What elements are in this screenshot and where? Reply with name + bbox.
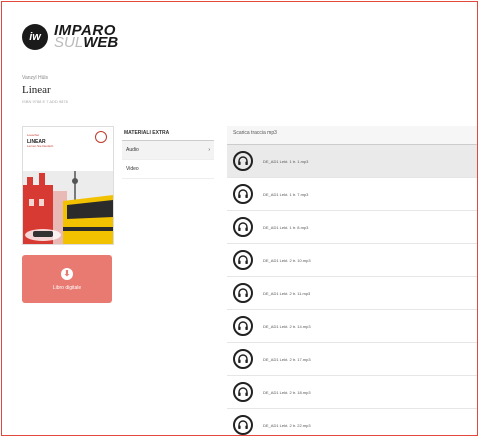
track-name[interactable]: DE_AD1 Lekt. 2 tr. 10.mp3 bbox=[263, 258, 311, 263]
cover-illustration bbox=[23, 171, 113, 244]
cover-art-svg bbox=[23, 171, 113, 244]
logo-bottom-light: SUL bbox=[54, 34, 84, 51]
track-row[interactable]: DE_AD1 Lekt. 2 tr. 17.mp3 bbox=[227, 343, 477, 376]
materials-item-label: Video bbox=[126, 166, 139, 172]
materials-title: MATERIALI EXTRA bbox=[122, 126, 214, 141]
track-name[interactable]: DE_AD1 Lekt. 2 tr. 11.mp3 bbox=[263, 291, 310, 296]
track-row[interactable]: DE_AD1 Lekt. 2 tr. 10.mp3 bbox=[227, 244, 477, 277]
headphones-icon[interactable] bbox=[233, 382, 253, 402]
headphones-icon[interactable] bbox=[233, 184, 253, 204]
track-row[interactable]: DE_AD1 Lekt. 2 tr. 14.mp3 bbox=[227, 310, 477, 343]
tracks-list: Scarica traccia mp3 DE_AD1 Lekt. 1 tr. 1… bbox=[227, 126, 477, 435]
track-row[interactable]: DE_AD1 Lekt. 2 tr. 18.mp3 bbox=[227, 376, 477, 409]
breadcrumb[interactable]: Vanzyl Hüls bbox=[22, 75, 48, 81]
materials-item-label: Audio bbox=[126, 147, 139, 153]
materials-menu: MATERIALI EXTRA Audio › Video bbox=[122, 126, 214, 179]
track-row[interactable]: DE_AD1 Lekt. 2 tr. 11.mp3 bbox=[227, 277, 477, 310]
book-meta: ISBN 9788 E 7 ADD 9876 bbox=[22, 99, 68, 104]
page-frame: iw IMPARO SULWEB Vanzyl Hüls Linear ISBN… bbox=[1, 1, 478, 436]
materials-item-video[interactable]: Video bbox=[122, 160, 214, 179]
track-name[interactable]: DE_AD1 Lekt. 1 tr. 1.mp3 bbox=[263, 159, 308, 164]
track-name[interactable]: DE_AD1 Lekt. 2 tr. 18.mp3 bbox=[263, 390, 311, 395]
headphones-icon[interactable] bbox=[233, 415, 253, 435]
site-logo[interactable]: iw IMPARO SULWEB bbox=[22, 23, 119, 51]
headphones-icon[interactable] bbox=[233, 349, 253, 369]
track-row[interactable]: DE_AD1 Lekt. 1 tr. 7.mp3 bbox=[227, 178, 477, 211]
book-cover: Loescher LINEAR Lernen Sie Deutsch bbox=[22, 126, 114, 245]
chevron-right-icon: › bbox=[208, 147, 210, 153]
logo-bottom: SULWEB bbox=[54, 34, 119, 51]
track-name[interactable]: DE_AD1 Lekt. 2 tr. 22.mp3 bbox=[263, 423, 311, 428]
track-row[interactable]: DE_AD1 Lekt. 2 tr. 22.mp3 bbox=[227, 409, 477, 435]
headphones-icon[interactable] bbox=[233, 151, 253, 171]
headphones-icon[interactable] bbox=[233, 316, 253, 336]
cover-subtitle: Lernen Sie Deutsch bbox=[27, 144, 54, 148]
headphones-icon[interactable] bbox=[233, 217, 253, 237]
digital-book-label: Libro digitale bbox=[52, 284, 82, 291]
track-row[interactable]: DE_AD1 Lekt. 1 tr. 1.mp3 bbox=[227, 145, 477, 178]
book-title: Linear bbox=[22, 84, 51, 96]
tracks-header: Scarica traccia mp3 bbox=[227, 126, 477, 145]
download-icon: ⬇ bbox=[61, 267, 73, 280]
track-name[interactable]: DE_AD1 Lekt. 1 tr. 8.mp3 bbox=[263, 225, 308, 230]
headphones-icon[interactable] bbox=[233, 283, 253, 303]
materials-item-audio[interactable]: Audio › bbox=[122, 141, 214, 160]
cover-seal bbox=[95, 131, 107, 143]
logo-badge: iw bbox=[22, 24, 48, 50]
logo-wordmark: IMPARO SULWEB bbox=[54, 23, 119, 51]
track-name[interactable]: DE_AD1 Lekt. 2 tr. 14.mp3 bbox=[263, 324, 311, 329]
track-name[interactable]: DE_AD1 Lekt. 2 tr. 17.mp3 bbox=[263, 357, 311, 362]
track-name[interactable]: DE_AD1 Lekt. 1 tr. 7.mp3 bbox=[263, 192, 308, 197]
headphones-icon[interactable] bbox=[233, 250, 253, 270]
logo-bottom-bold: WEB bbox=[83, 34, 119, 51]
track-row[interactable]: DE_AD1 Lekt. 1 tr. 8.mp3 bbox=[227, 211, 477, 244]
digital-book-button[interactable]: ⬇ Libro digitale bbox=[22, 255, 112, 303]
